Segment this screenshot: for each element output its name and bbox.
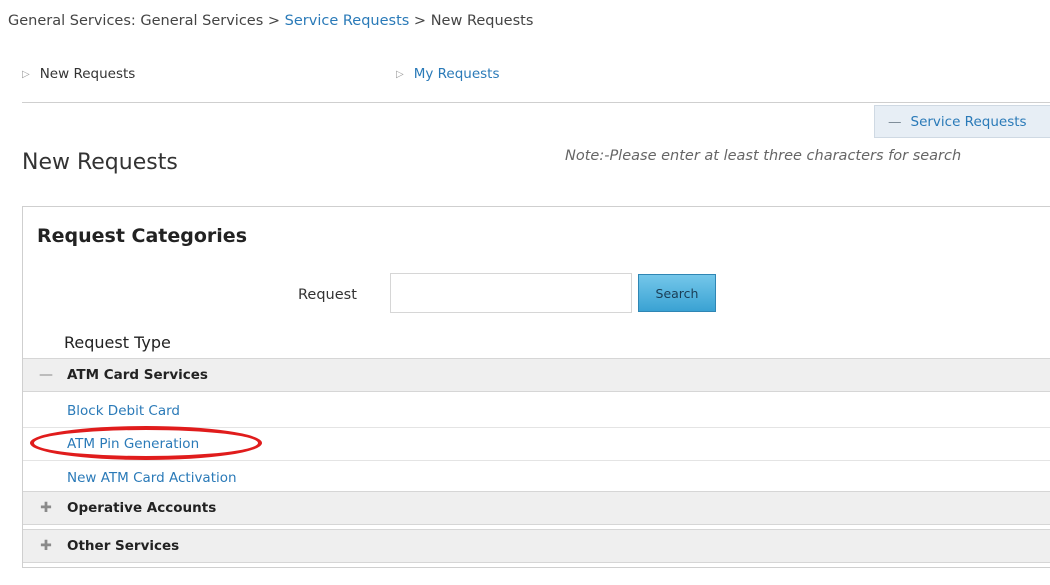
triangle-right-icon: ▷ bbox=[396, 68, 404, 80]
request-search-input[interactable] bbox=[390, 273, 632, 313]
group-atm-card-services[interactable]: — ATM Card Services bbox=[23, 358, 1050, 392]
request-item-new-atm-card-activation[interactable]: New ATM Card Activation bbox=[23, 461, 1050, 494]
service-requests-toggle-label: Service Requests bbox=[910, 113, 1027, 130]
highlight-ellipse-annotation bbox=[30, 426, 262, 460]
expand-plus-icon[interactable]: ✚ bbox=[35, 538, 57, 554]
request-item-block-debit-card[interactable]: Block Debit Card bbox=[23, 395, 1050, 428]
group-label: Other Services bbox=[67, 538, 180, 554]
service-requests-toggle[interactable]: — Service Requests bbox=[874, 105, 1050, 138]
tab-my-requests[interactable]: ▷ My Requests bbox=[396, 66, 500, 82]
group-other-services[interactable]: ✚ Other Services bbox=[23, 529, 1050, 563]
breadcrumb-separator: > bbox=[409, 13, 431, 29]
group-operative-accounts[interactable]: ✚ Operative Accounts bbox=[23, 491, 1050, 525]
group-label: ATM Card Services bbox=[67, 367, 208, 383]
collapse-minus-icon[interactable]: — bbox=[35, 367, 57, 383]
breadcrumb-current: New Requests bbox=[430, 13, 534, 29]
breadcrumb-separator: > bbox=[263, 13, 285, 29]
triangle-right-icon: ▷ bbox=[22, 68, 30, 80]
request-categories-title: Request Categories bbox=[37, 225, 248, 247]
request-type-header: Request Type bbox=[64, 333, 171, 352]
breadcrumb-root: General Services: General Services bbox=[8, 13, 264, 29]
group-label: Operative Accounts bbox=[67, 500, 217, 516]
breadcrumb: General Services: General Services > Ser… bbox=[8, 13, 533, 29]
minus-icon: — bbox=[888, 113, 902, 130]
request-search-label: Request bbox=[298, 287, 357, 303]
search-button[interactable]: Search bbox=[638, 274, 716, 312]
expand-plus-icon[interactable]: ✚ bbox=[35, 500, 57, 516]
page-title: New Requests bbox=[22, 150, 178, 175]
tab-new-requests-label: New Requests bbox=[39, 66, 136, 82]
search-note: Note:-Please enter at least three charac… bbox=[565, 148, 962, 164]
tabs-divider bbox=[22, 102, 1050, 103]
tab-new-requests[interactable]: ▷ New Requests bbox=[22, 66, 135, 82]
tab-my-requests-label: My Requests bbox=[413, 66, 500, 82]
breadcrumb-service-requests-link[interactable]: Service Requests bbox=[285, 13, 410, 29]
